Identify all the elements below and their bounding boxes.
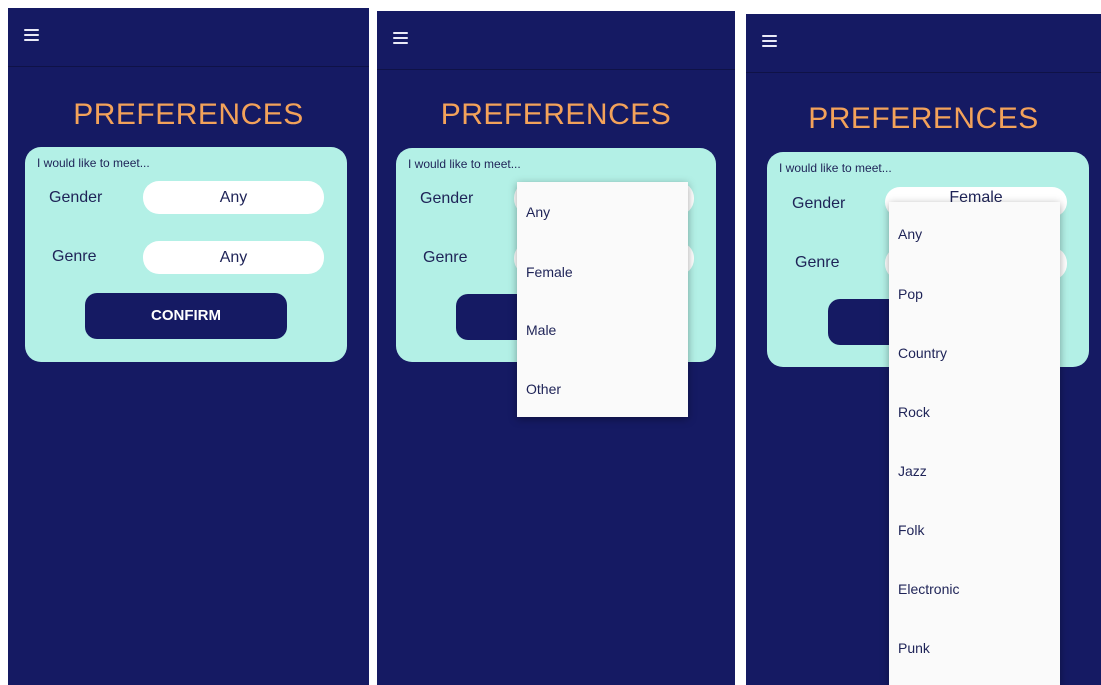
genre-option-pop[interactable]: Pop bbox=[898, 286, 923, 302]
gender-option-other[interactable]: Other bbox=[526, 381, 561, 397]
page-title: PREFERENCES bbox=[73, 98, 304, 131]
gender-label: Gender bbox=[420, 190, 474, 207]
genre-option-rock[interactable]: Rock bbox=[898, 404, 930, 420]
genre-option-folk[interactable]: Folk bbox=[898, 522, 924, 538]
intro-text: I would like to meet... bbox=[37, 156, 150, 170]
genre-select[interactable]: Any bbox=[143, 241, 324, 274]
gender-dropdown-menu: Any Female Male Other bbox=[517, 182, 688, 417]
genre-option-country[interactable]: Country bbox=[898, 345, 947, 361]
hamburger-menu-icon[interactable] bbox=[393, 32, 408, 44]
screen-preferences-gender-open: PREFERENCES I would like to meet... Gend… bbox=[377, 11, 735, 685]
screen-preferences-genre-open: PREFERENCES I would like to meet... Gend… bbox=[746, 14, 1101, 685]
gender-label: Gender bbox=[792, 195, 846, 212]
genre-dropdown-menu: Any Pop Country Rock Jazz Folk Electroni… bbox=[889, 202, 1060, 685]
app-bar bbox=[746, 14, 1101, 73]
intro-text: I would like to meet... bbox=[408, 157, 521, 171]
hamburger-menu-icon[interactable] bbox=[24, 29, 39, 41]
hamburger-menu-icon[interactable] bbox=[762, 35, 777, 47]
genre-option-electronic[interactable]: Electronic bbox=[898, 581, 959, 597]
gender-label: Gender bbox=[49, 189, 103, 206]
app-bar bbox=[8, 8, 369, 67]
gender-option-male[interactable]: Male bbox=[526, 322, 556, 338]
genre-label: Genre bbox=[795, 254, 840, 271]
app-bar bbox=[377, 11, 735, 70]
page-title: PREFERENCES bbox=[808, 102, 1039, 135]
gender-select[interactable]: Any bbox=[143, 181, 324, 214]
page-title: PREFERENCES bbox=[440, 98, 672, 131]
intro-text: I would like to meet... bbox=[779, 161, 892, 175]
screen-preferences-default: PREFERENCES I would like to meet... Gend… bbox=[8, 8, 369, 685]
gender-option-female[interactable]: Female bbox=[526, 264, 573, 280]
preferences-card: I would like to meet... Gender Any Genre… bbox=[25, 147, 347, 362]
genre-label: Genre bbox=[423, 249, 468, 266]
genre-option-jazz[interactable]: Jazz bbox=[898, 463, 927, 479]
genre-label: Genre bbox=[52, 248, 97, 265]
genre-option-any[interactable]: Any bbox=[898, 226, 922, 242]
confirm-button[interactable]: CONFIRM bbox=[85, 293, 287, 339]
gender-option-any[interactable]: Any bbox=[526, 204, 550, 220]
genre-option-punk[interactable]: Punk bbox=[898, 640, 930, 656]
